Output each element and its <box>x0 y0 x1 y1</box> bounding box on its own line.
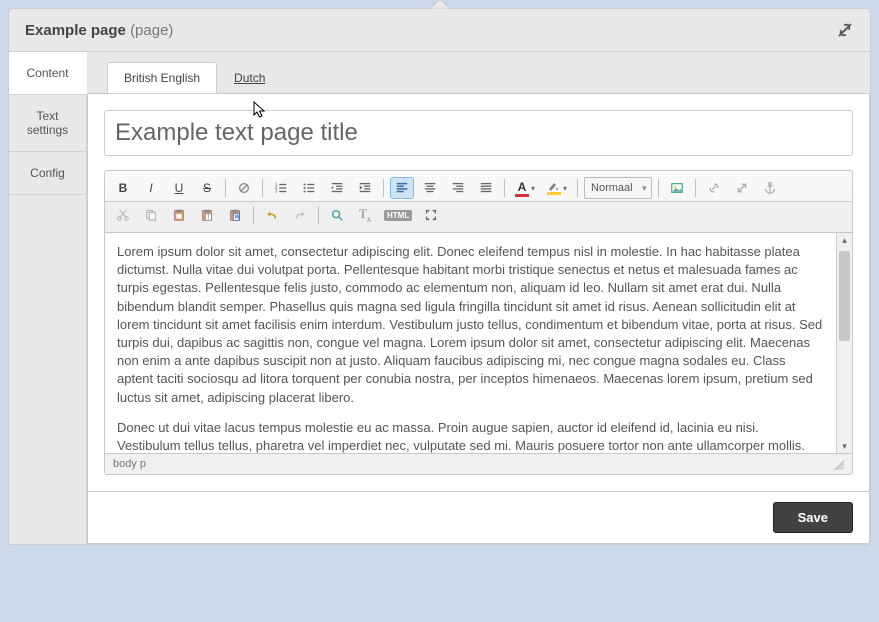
page-title-text: Example page <box>25 22 126 39</box>
svg-text:W: W <box>235 215 240 221</box>
remove-format-button[interactable] <box>232 177 256 199</box>
underline-button[interactable]: U <box>167 177 191 199</box>
separator <box>225 179 226 197</box>
separator <box>577 179 578 197</box>
scroll-up-icon[interactable]: ▴ <box>837 233 852 247</box>
align-left-button[interactable] <box>390 177 414 199</box>
language-tabs: British English Dutch <box>87 52 870 93</box>
sidebar-item-label: Config <box>30 166 65 180</box>
editor-footer: body p <box>105 453 852 474</box>
format-select-label: Normaal <box>591 182 633 194</box>
indent-button[interactable] <box>353 177 377 199</box>
bg-color-button[interactable]: ▾ <box>543 177 571 199</box>
link-button[interactable] <box>702 177 726 199</box>
bullet-list-button[interactable] <box>297 177 321 199</box>
title-input[interactable] <box>104 110 853 156</box>
scroll-thumb[interactable] <box>839 251 850 341</box>
paste-button[interactable] <box>167 204 191 226</box>
tab-dutch[interactable]: Dutch <box>217 62 282 93</box>
separator <box>383 179 384 197</box>
sidebar-item-content[interactable]: Content <box>9 52 87 95</box>
scrollbar[interactable]: ▴ ▾ <box>836 233 852 453</box>
find-button[interactable] <box>325 204 349 226</box>
align-center-button[interactable] <box>418 177 442 199</box>
unlink-button[interactable] <box>730 177 754 199</box>
separator <box>253 206 254 224</box>
text-color-button[interactable]: A ▾ <box>511 177 539 199</box>
image-button[interactable] <box>665 177 689 199</box>
svg-text:3: 3 <box>275 188 278 193</box>
separator <box>504 179 505 197</box>
copy-button[interactable] <box>139 204 163 226</box>
save-button[interactable]: Save <box>773 502 853 533</box>
redo-button[interactable] <box>288 204 312 226</box>
footer-bar: Save <box>87 492 870 544</box>
panel-notch <box>430 0 450 9</box>
separator <box>262 179 263 197</box>
page-title: Example page (page) <box>25 22 173 39</box>
editor-textarea[interactable]: Lorem ipsum dolor sit amet, consectetur … <box>105 233 836 453</box>
main-area: British English Dutch B I U S <box>87 52 870 544</box>
unlink-icon[interactable] <box>836 21 854 39</box>
numbered-list-button[interactable]: 123 <box>269 177 293 199</box>
panel-header: Example page (page) <box>9 9 870 52</box>
editor-toolbar: B I U S 123 <box>105 171 852 202</box>
page-panel: Example page (page) Content Text setting… <box>8 8 871 545</box>
resize-grip[interactable] <box>832 458 844 470</box>
source-button[interactable]: HTML <box>381 204 415 226</box>
sidebar-item-label: Text settings <box>27 109 68 137</box>
separator <box>695 179 696 197</box>
sidebar-item-text-settings[interactable]: Text settings <box>9 95 86 152</box>
page-title-suffix: (page) <box>130 22 173 39</box>
bold-button[interactable]: B <box>111 177 135 199</box>
save-button-label: Save <box>798 510 828 525</box>
outdent-button[interactable] <box>325 177 349 199</box>
separator <box>318 206 319 224</box>
paste-text-button[interactable]: T <box>195 204 219 226</box>
panel-body: Content Text settings Config British Eng… <box>9 52 870 544</box>
sidebar-item-label: Content <box>26 66 68 80</box>
paragraph: Donec ut dui vitae lacus tempus molestie… <box>117 419 824 453</box>
content-card: B I U S 123 <box>87 93 870 492</box>
format-select[interactable]: Normaal <box>584 177 652 199</box>
editor-toolbar-2: T W <box>105 202 852 233</box>
tab-label: British English <box>124 71 200 85</box>
paste-word-button[interactable]: W <box>223 204 247 226</box>
remove-format-button-2[interactable]: Tx <box>353 204 377 226</box>
align-right-button[interactable] <box>446 177 470 199</box>
element-path[interactable]: body p <box>113 458 146 470</box>
sidebar-item-config[interactable]: Config <box>9 152 86 195</box>
paragraph: Lorem ipsum dolor sit amet, consectetur … <box>117 243 824 407</box>
editor-body-wrap: Lorem ipsum dolor sit amet, consectetur … <box>105 233 852 453</box>
sidebar: Content Text settings Config <box>9 52 87 544</box>
rich-text-editor: B I U S 123 <box>104 170 853 475</box>
scroll-down-icon[interactable]: ▾ <box>837 439 852 453</box>
separator <box>658 179 659 197</box>
align-justify-button[interactable] <box>474 177 498 199</box>
maximize-button[interactable] <box>419 204 443 226</box>
strike-button[interactable]: S <box>195 177 219 199</box>
italic-button[interactable]: I <box>139 177 163 199</box>
cut-button[interactable] <box>111 204 135 226</box>
tab-british-english[interactable]: British English <box>107 62 217 93</box>
tab-label: Dutch <box>234 71 265 85</box>
anchor-button[interactable] <box>758 177 782 199</box>
undo-button[interactable] <box>260 204 284 226</box>
